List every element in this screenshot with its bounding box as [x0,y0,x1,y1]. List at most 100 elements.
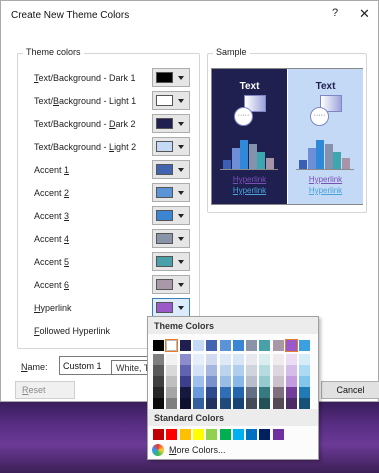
theme-color-swatch[interactable] [299,376,311,387]
theme-color-swatch[interactable] [259,340,271,351]
color-swatch [156,187,173,198]
color-dropdown-button[interactable] [152,160,190,179]
theme-color-swatch[interactable] [259,365,271,376]
theme-color-swatch[interactable] [153,340,164,351]
color-dropdown-button[interactable] [152,68,190,87]
theme-color-swatch[interactable] [272,365,284,376]
theme-color-swatch[interactable] [272,340,284,351]
theme-color-swatch[interactable] [259,376,271,387]
theme-color-swatch[interactable] [165,339,179,352]
color-dropdown-button[interactable] [152,275,190,294]
theme-color-swatch[interactable] [286,376,297,387]
theme-color-swatch[interactable] [299,398,311,409]
cancel-button[interactable]: Cancel [321,381,379,399]
theme-color-swatch[interactable] [232,354,244,365]
theme-color-swatch[interactable] [219,376,231,387]
theme-color-swatch[interactable] [192,365,204,376]
theme-color-swatch[interactable] [179,398,191,409]
theme-color-swatch[interactable] [192,340,204,351]
standard-color-swatch[interactable] [219,429,231,440]
theme-color-swatch[interactable] [286,354,297,365]
theme-color-swatch[interactable] [179,365,191,376]
theme-color-swatch[interactable] [206,376,218,387]
theme-color-swatch[interactable] [219,387,231,398]
theme-color-swatch[interactable] [272,376,284,387]
theme-color-swatch[interactable] [246,398,258,409]
theme-color-swatch[interactable] [246,354,258,365]
theme-color-swatch[interactable] [206,354,218,365]
standard-color-swatch[interactable] [206,429,218,440]
reset-button[interactable]: Reset [15,381,75,399]
theme-color-swatch[interactable] [232,398,244,409]
theme-color-swatch[interactable] [153,398,164,409]
theme-color-swatch[interactable] [166,376,178,387]
standard-color-swatch[interactable] [166,429,178,440]
standard-color-swatch[interactable] [232,429,244,440]
theme-color-swatch[interactable] [166,398,178,409]
theme-color-swatch[interactable] [219,365,231,376]
theme-color-swatch[interactable] [192,398,204,409]
theme-color-swatch[interactable] [219,398,231,409]
theme-color-swatch[interactable] [153,376,164,387]
theme-color-swatch[interactable] [272,387,284,398]
theme-color-swatch[interactable] [299,387,311,398]
color-swatch [156,72,173,83]
chevron-down-icon [178,237,184,241]
theme-color-swatch[interactable] [219,340,231,351]
theme-color-swatch[interactable] [206,398,218,409]
theme-color-swatch[interactable] [246,340,258,351]
theme-color-swatch[interactable] [153,365,164,376]
theme-color-swatch[interactable] [192,376,204,387]
theme-color-swatch[interactable] [285,339,298,352]
theme-color-swatch[interactable] [286,365,297,376]
theme-color-swatch[interactable] [232,387,244,398]
theme-color-swatch[interactable] [192,354,204,365]
standard-color-swatch[interactable] [259,429,271,440]
theme-color-swatch[interactable] [259,354,271,365]
theme-color-swatch[interactable] [299,354,311,365]
theme-color-swatch[interactable] [286,387,297,398]
theme-color-swatch[interactable] [179,376,191,387]
standard-color-swatch[interactable] [179,429,191,440]
color-dropdown-button[interactable] [152,114,190,133]
theme-color-swatch[interactable] [166,387,178,398]
theme-color-swatch[interactable] [179,340,191,351]
theme-color-swatch[interactable] [246,365,258,376]
theme-color-swatch[interactable] [259,387,271,398]
theme-color-swatch[interactable] [153,354,164,365]
standard-color-swatch[interactable] [153,429,164,440]
color-dropdown-button[interactable] [152,137,190,156]
standard-color-swatch[interactable] [192,429,204,440]
theme-color-swatch[interactable] [259,398,271,409]
help-button[interactable]: ? [332,7,338,19]
theme-color-swatch[interactable] [246,387,258,398]
theme-color-swatch[interactable] [232,340,244,351]
standard-color-swatch[interactable] [272,429,284,440]
theme-color-swatch[interactable] [286,398,297,409]
color-dropdown-button[interactable] [152,183,190,202]
theme-color-swatch[interactable] [179,387,191,398]
theme-color-swatch[interactable] [219,354,231,365]
color-dropdown-button[interactable] [152,298,190,317]
theme-color-swatch[interactable] [232,376,244,387]
theme-color-swatch[interactable] [246,376,258,387]
theme-color-swatch[interactable] [206,340,218,351]
close-button[interactable]: ✕ [359,6,370,22]
color-dropdown-button[interactable] [152,91,190,110]
theme-color-swatch[interactable] [153,387,164,398]
theme-color-swatch[interactable] [272,398,284,409]
theme-color-swatch[interactable] [166,365,178,376]
theme-color-swatch[interactable] [232,365,244,376]
theme-color-swatch[interactable] [299,340,311,351]
theme-color-swatch[interactable] [179,354,191,365]
color-dropdown-button[interactable] [152,229,190,248]
theme-color-swatch[interactable] [299,365,311,376]
theme-color-swatch[interactable] [272,354,284,365]
standard-color-swatch[interactable] [246,429,258,440]
theme-color-swatch[interactable] [166,354,178,365]
theme-color-swatch[interactable] [192,387,204,398]
color-dropdown-button[interactable] [152,206,190,225]
theme-color-swatch[interactable] [206,365,218,376]
theme-color-swatch[interactable] [206,387,218,398]
color-dropdown-button[interactable] [152,252,190,271]
